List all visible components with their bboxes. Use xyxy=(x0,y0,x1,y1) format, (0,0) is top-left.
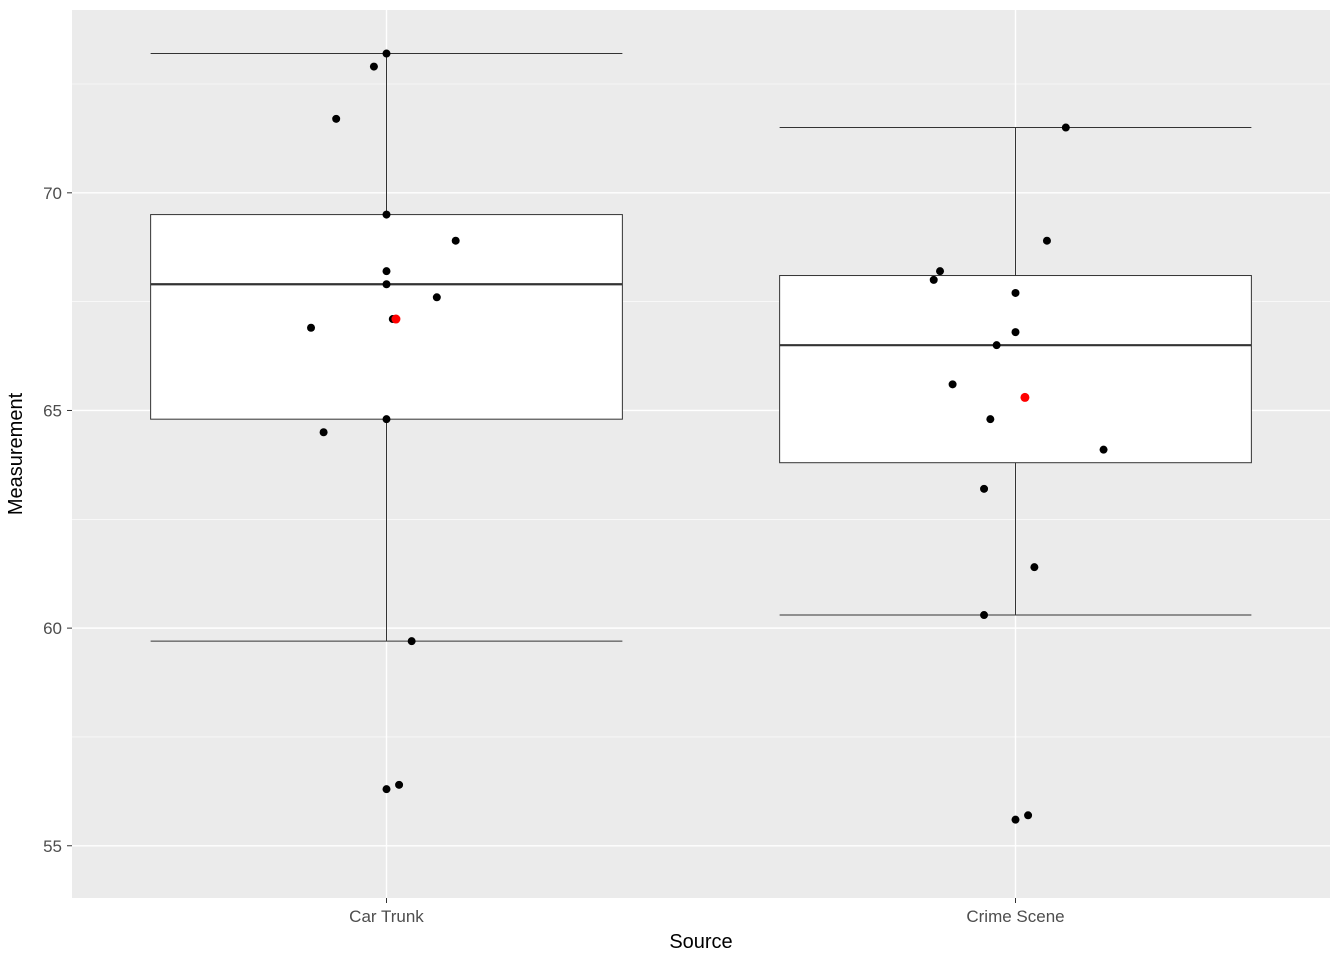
data-point xyxy=(1030,563,1038,571)
data-point xyxy=(383,267,391,275)
data-point xyxy=(383,211,391,219)
data-point xyxy=(993,341,1001,349)
data-point xyxy=(1062,124,1070,132)
data-point xyxy=(1012,816,1020,824)
data-point xyxy=(383,280,391,288)
x-tick-crime-scene: Crime Scene xyxy=(966,907,1064,926)
data-point xyxy=(307,324,315,332)
data-point xyxy=(936,267,944,275)
mean-point xyxy=(391,315,400,324)
data-point xyxy=(980,485,988,493)
data-point xyxy=(986,415,994,423)
data-point xyxy=(1024,811,1032,819)
data-point xyxy=(1100,446,1108,454)
data-point xyxy=(383,785,391,793)
data-point xyxy=(408,637,416,645)
data-point xyxy=(383,50,391,58)
y-tick-65: 65 xyxy=(43,401,62,420)
boxplot-chart: 55 60 65 70 Car Trunk Crime Scene Source… xyxy=(0,0,1344,960)
x-axis-title: Source xyxy=(669,931,732,953)
data-point xyxy=(949,380,957,388)
plot-svg: 55 60 65 70 Car Trunk Crime Scene Source… xyxy=(0,0,1344,960)
data-point xyxy=(383,415,391,423)
data-point xyxy=(930,276,938,284)
data-point xyxy=(1012,328,1020,336)
x-tick-car-trunk: Car Trunk xyxy=(349,907,424,926)
data-point xyxy=(320,428,328,436)
data-point xyxy=(395,781,403,789)
data-point xyxy=(1012,289,1020,297)
data-point xyxy=(433,293,441,301)
data-point xyxy=(452,237,460,245)
y-tick-60: 60 xyxy=(43,619,62,638)
y-axis-title: Measurement xyxy=(5,392,27,515)
data-point xyxy=(332,115,340,123)
data-point xyxy=(1043,237,1051,245)
data-point xyxy=(370,63,378,71)
y-tick-55: 55 xyxy=(43,837,62,856)
y-tick-70: 70 xyxy=(43,184,62,203)
data-point xyxy=(980,611,988,619)
mean-point xyxy=(1020,393,1029,402)
